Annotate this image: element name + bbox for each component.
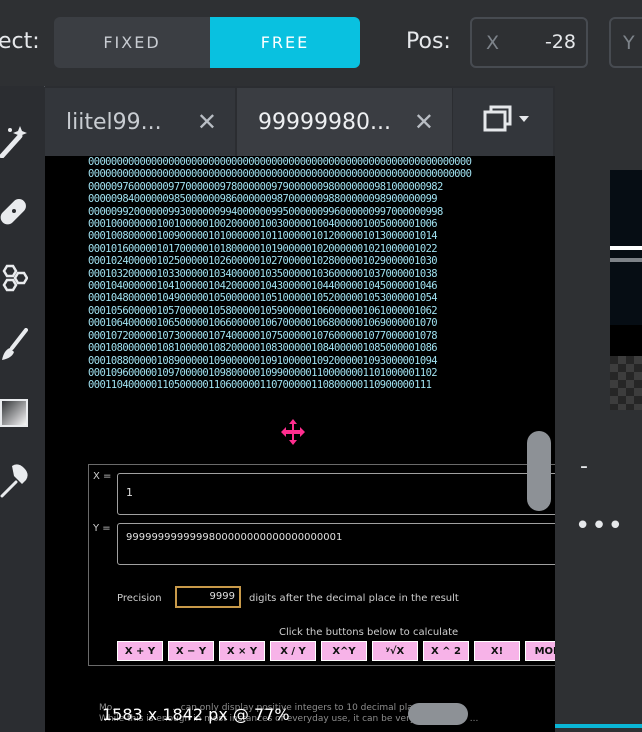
precision-value: 9999 [209, 591, 235, 602]
binary-line: 0001008000001009000001010000001011000001… [88, 230, 438, 243]
magic-wand-icon[interactable] [0, 124, 28, 158]
thumbnail-line-2 [610, 258, 642, 262]
window-menu-button[interactable] [453, 88, 553, 156]
binary-line: 0001000000001001000001002000001003000001… [88, 218, 438, 231]
y-input[interactable]: 9999999999999800000000000000000001 [117, 523, 555, 565]
calc-button[interactable]: X + Y [117, 641, 163, 661]
select-mode-label: ect: [0, 29, 40, 54]
binary-line: 0000098400000098500000098600000098700000… [88, 193, 438, 206]
vertical-scrollbar[interactable] [527, 431, 551, 511]
pos-x-value[interactable]: -28 [545, 31, 576, 53]
binary-line: 0001080000001081000001082000001083000001… [88, 342, 438, 355]
calc-button-row: X + YX − YX × YX / YX^Yʸ√XX ^ 2X!MODG [117, 641, 555, 663]
move-cursor-icon [281, 419, 305, 445]
position-label: Pos: [406, 29, 451, 54]
binary-line: 0001032000001033000001034000001035000001… [88, 267, 438, 280]
transparency-checker [610, 356, 642, 410]
binary-text-area: 0000000000000000000000000000000000000000… [88, 156, 555, 456]
thumbnail-line [610, 246, 642, 250]
accent-line [555, 724, 642, 728]
bandage-icon[interactable] [0, 194, 28, 228]
binary-line: 0000000000000000000000000000000000000000… [88, 168, 472, 181]
binary-line: 0001064000001065000001066000001067000001… [88, 317, 438, 330]
y-value: 9999999999999800000000000000000001 [126, 532, 343, 543]
pos-y-label: Y [623, 32, 635, 54]
calculator-panel: X = 1 Y = 999999999999980000000000000000… [88, 464, 555, 666]
calc-button[interactable]: X^Y [321, 641, 367, 661]
image-size-readout: 1583 x 1842 px @ 77% [102, 705, 290, 724]
binary-line: 0001016000001017000001018000001019000001… [88, 242, 438, 255]
document-tabs: liitel99... ✕ 99999980... ✕ [45, 86, 555, 156]
fixed-button[interactable]: FIXED [54, 17, 210, 68]
binary-line: 0000097600000097700000097800000097900000… [88, 180, 443, 193]
precision-label: Precision [117, 593, 162, 604]
calc-button[interactable]: X ^ 2 [423, 641, 469, 661]
tab-document-2[interactable]: 99999980... ✕ [237, 88, 452, 156]
binary-line: 0000000000000000000000000000000000000000… [88, 156, 472, 168]
calc-button[interactable]: X − Y [168, 641, 214, 661]
close-icon[interactable]: ✕ [197, 108, 217, 136]
binary-line: 0001088000001089000001090000001091000001… [88, 354, 438, 367]
windows-icon [483, 105, 529, 132]
x-label: X = [93, 471, 112, 482]
binary-line: 0001072000001073000001074000001075000001… [88, 329, 438, 342]
calc-button[interactable]: MOD [525, 641, 555, 661]
binary-line: 0001056000001057000001058000001059000001… [88, 304, 438, 317]
dropper-icon[interactable] [0, 464, 28, 498]
brush-icon[interactable] [0, 328, 28, 362]
tab-label: liitel99... [66, 109, 162, 135]
zoom-out-button[interactable]: - [580, 454, 588, 479]
top-toolbar: ect: FIXED FREE Pos: X -28 Y [0, 0, 642, 86]
calc-button[interactable]: ʸ√X [372, 641, 418, 661]
binary-line: 0000099200000099300000099400000099500000… [88, 205, 443, 218]
pos-x-field[interactable]: X -28 [470, 17, 588, 68]
calc-button[interactable]: X / Y [270, 641, 316, 661]
binary-line: 0001048000001049000001050000001051000001… [88, 292, 438, 305]
calc-button[interactable]: X × Y [219, 641, 265, 661]
tool-column [0, 86, 44, 732]
binary-line: 0001096000001097000001098000001099000001… [88, 366, 438, 379]
gradient-icon[interactable] [0, 396, 28, 430]
close-icon[interactable]: ✕ [414, 108, 434, 136]
binary-line: 0001024000001025000001026000001027000001… [88, 255, 438, 268]
tab-document-1[interactable]: liitel99... ✕ [45, 88, 235, 156]
y-label: Y = [93, 523, 111, 534]
right-panel: - ••• [555, 86, 642, 732]
calc-hint: Click the buttons below to calculate [279, 627, 459, 638]
x-input[interactable]: 1 [117, 473, 555, 515]
more-options-icon[interactable]: ••• [575, 511, 624, 541]
calc-button[interactable]: X! [474, 641, 520, 661]
tab-label: 99999980... [258, 109, 391, 135]
pos-x-label: X [486, 32, 500, 54]
precision-suffix: digits after the decimal place in the re… [249, 593, 459, 604]
binary-line: 0001040000001041000001042000001043000001… [88, 280, 438, 293]
precision-input[interactable]: 9999 [175, 586, 241, 608]
x-value: 1 [126, 486, 133, 499]
hexagons-icon[interactable] [0, 262, 28, 296]
horizontal-scrollbar[interactable] [408, 703, 468, 725]
free-button[interactable]: FREE [210, 17, 360, 68]
binary-line: 0001104000001105000001106000001107000001… [88, 379, 432, 392]
pos-y-field[interactable]: Y [609, 17, 642, 68]
